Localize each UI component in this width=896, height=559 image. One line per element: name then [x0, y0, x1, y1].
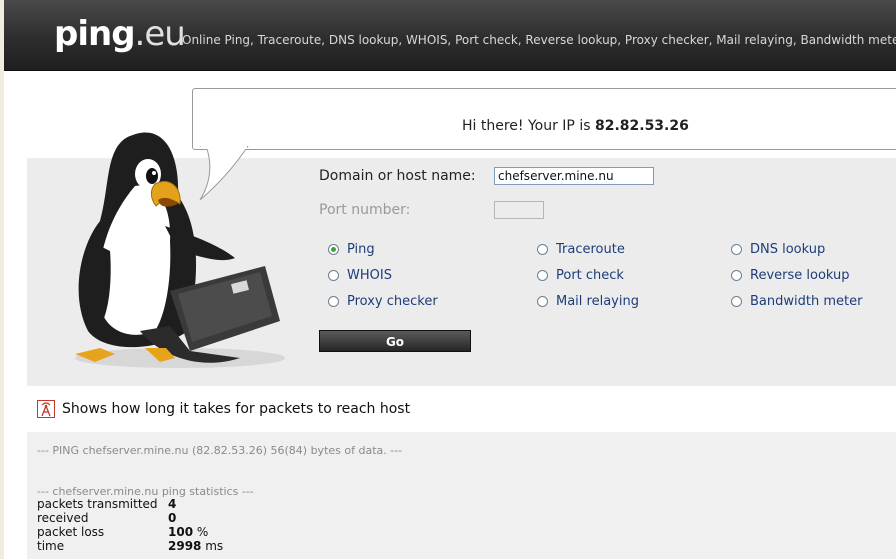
host-label: Domain or host name:: [319, 168, 476, 184]
radio-reverse-lookup[interactable]: Reverse lookup: [731, 268, 850, 283]
left-border-strip: [0, 0, 4, 559]
radio-circle-icon[interactable]: [328, 244, 339, 255]
radio-ping[interactable]: Ping: [328, 242, 375, 257]
radio-circle-icon[interactable]: [731, 270, 742, 281]
radio-dns-lookup[interactable]: DNS lookup: [731, 242, 825, 257]
penguin-mascot-icon: [75, 132, 285, 368]
stat-label: time: [37, 539, 65, 553]
radio-circle-icon[interactable]: [537, 244, 548, 255]
stat-value-wrap: 2998 ms: [168, 539, 223, 553]
radio-circle-icon[interactable]: [537, 296, 548, 307]
stat-unit: %: [193, 525, 209, 539]
site-logo[interactable]: ping.eu: [54, 14, 186, 54]
stat-label: received: [37, 511, 89, 525]
radio-label: WHOIS: [347, 268, 392, 283]
stat-unit: ms: [201, 539, 224, 553]
stat-value: 2998: [168, 539, 202, 553]
port-input[interactable]: [494, 201, 544, 219]
radio-circle-icon[interactable]: [731, 244, 742, 255]
stat-value-wrap: 4: [168, 497, 176, 511]
ping-header-line: --- PING chefserver.mine.nu (82.82.53.26…: [37, 444, 403, 457]
radio-whois[interactable]: WHOIS: [328, 268, 392, 283]
logo-tld: .eu: [134, 14, 186, 54]
radio-port-check[interactable]: Port check: [537, 268, 624, 283]
radio-circle-icon[interactable]: [328, 270, 339, 281]
stat-label: packet loss: [37, 525, 105, 539]
radio-traceroute[interactable]: Traceroute: [537, 242, 625, 257]
radio-proxy-checker[interactable]: Proxy checker: [328, 294, 438, 309]
ip-address: 82.82.53.26: [594, 118, 689, 134]
radio-label: Ping: [347, 242, 375, 257]
radio-label: Port check: [556, 268, 624, 283]
greeting-text: Hi there! Your IP is: [462, 118, 591, 134]
radio-label: Reverse lookup: [750, 268, 850, 283]
site-tagline: Online Ping, Traceroute, DNS lookup, WHO…: [182, 33, 896, 47]
ping-tower-icon: [37, 400, 55, 418]
port-label: Port number:: [319, 202, 411, 218]
stat-row: packet loss 100 %: [37, 525, 208, 539]
stat-row: time 2998 ms: [37, 539, 223, 553]
radio-circle-icon[interactable]: [537, 270, 548, 281]
stat-row: received 0: [37, 511, 176, 525]
stat-value-wrap: 0: [168, 511, 176, 525]
radio-circle-icon[interactable]: [731, 296, 742, 307]
radio-bandwidth-meter[interactable]: Bandwidth meter: [731, 294, 862, 309]
stat-row: packets transmitted 4: [37, 497, 176, 511]
radio-label: Bandwidth meter: [750, 294, 863, 309]
site-header: ping.eu Online Ping, Traceroute, DNS loo…: [4, 0, 896, 71]
host-input[interactable]: [494, 167, 654, 185]
tool-description: Shows how long it takes for packets to r…: [37, 400, 410, 418]
radio-circle-icon[interactable]: [328, 296, 339, 307]
radio-label: Mail relaying: [556, 294, 639, 309]
stat-label: packets transmitted: [37, 497, 158, 511]
logo-main: ping: [54, 14, 136, 54]
stat-value-wrap: 100 %: [168, 525, 208, 539]
radio-label: Proxy checker: [347, 294, 438, 309]
ip-greeting: Hi there! Your IP is 82.82.53.26: [462, 118, 689, 134]
stat-value: 0: [168, 511, 177, 525]
radio-label: DNS lookup: [750, 242, 826, 257]
stat-value: 4: [168, 497, 177, 511]
go-button[interactable]: Go: [319, 330, 471, 352]
stat-value: 100: [168, 525, 194, 539]
radio-mail-relaying[interactable]: Mail relaying: [537, 294, 639, 309]
radio-label: Traceroute: [556, 242, 625, 257]
description-text: Shows how long it takes for packets to r…: [62, 401, 411, 417]
